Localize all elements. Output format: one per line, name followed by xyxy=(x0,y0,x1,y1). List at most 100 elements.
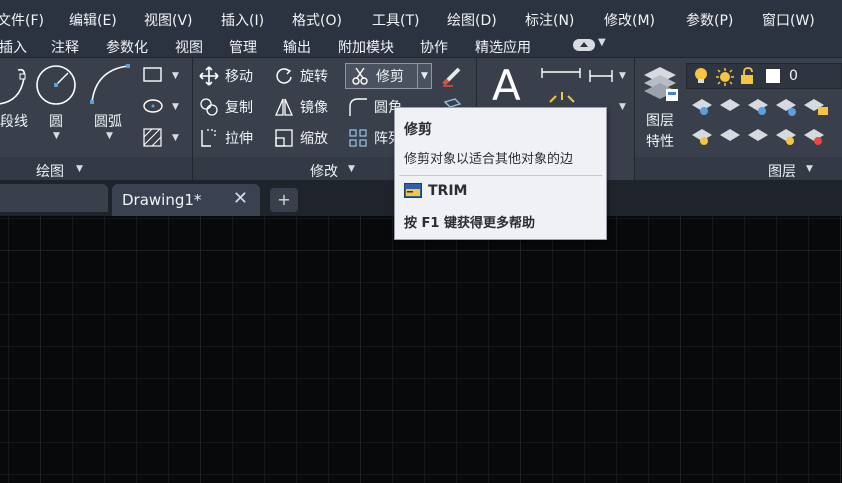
tooltip-command: TRIM xyxy=(428,183,468,199)
trim-label: 修剪 xyxy=(376,69,404,85)
arc-icon[interactable] xyxy=(88,62,132,106)
scale-icon xyxy=(274,128,294,148)
rectangle-dropdown-icon[interactable]: ▼ xyxy=(172,71,179,81)
move-label: 移动 xyxy=(225,69,253,85)
tab-parametric[interactable]: 参数化 xyxy=(106,37,148,57)
trim-tooltip: 修剪 修剪对象以适合其他对象的边 TRIM 按 F1 键获得更多帮助 xyxy=(394,107,607,240)
stretch-button[interactable]: 拉伸 xyxy=(199,125,253,151)
stretch-icon xyxy=(199,128,219,148)
stretch-label: 拉伸 xyxy=(225,131,253,147)
tab-addins[interactable]: 附加模块 xyxy=(338,37,394,57)
copy-label: 复制 xyxy=(225,100,253,116)
drawing-tab[interactable]: Drawing1* ✕ xyxy=(112,184,260,216)
tab-manage[interactable]: 管理 xyxy=(229,37,257,57)
rectangle-icon[interactable] xyxy=(143,67,163,83)
layers-panel-expand-icon[interactable]: ▼ xyxy=(806,164,813,174)
ellipse-dropdown-icon[interactable]: ▼ xyxy=(172,102,179,112)
trim-button-content[interactable]: 修剪 xyxy=(350,63,404,89)
mirror-label: 镜像 xyxy=(300,100,328,116)
menu-modify[interactable]: 修改(M) xyxy=(604,10,655,30)
polyline-label[interactable]: 段线 xyxy=(0,111,28,131)
command-line-icon xyxy=(404,183,422,198)
tab-view[interactable]: 视图 xyxy=(175,37,203,57)
draw-panel-footer[interactable]: 绘图 ▼ xyxy=(0,157,192,180)
menu-dimension[interactable]: 标注(N) xyxy=(525,10,574,30)
drawing-tab-label: Drawing1* xyxy=(122,191,202,209)
drawing-canvas[interactable] xyxy=(0,216,842,483)
text-icon[interactable]: A xyxy=(489,64,529,106)
tooltip-divider xyxy=(399,175,602,176)
move-button[interactable]: 移动 xyxy=(199,63,253,89)
tab-annotate[interactable]: 注释 xyxy=(51,37,79,57)
svg-text:A: A xyxy=(492,64,521,106)
menu-file[interactable]: 文件(F) xyxy=(0,10,44,30)
circle-label[interactable]: 圆 xyxy=(49,111,63,131)
tab-insert[interactable]: 插入 xyxy=(0,37,27,57)
ribbon-minimize-icon[interactable] xyxy=(573,39,595,51)
scale-label: 缩放 xyxy=(300,131,328,147)
ribbon-options-caret-icon[interactable]: ▼ xyxy=(598,37,606,48)
rotate-icon xyxy=(274,66,294,86)
layer-properties-icon[interactable] xyxy=(640,63,682,107)
scale-button[interactable]: 缩放 xyxy=(274,125,328,151)
rotate-label: 旋转 xyxy=(300,69,328,85)
dimension-icon[interactable] xyxy=(540,66,584,106)
close-icon[interactable]: ✕ xyxy=(233,188,248,209)
scissors-icon xyxy=(350,66,370,86)
sun-icon xyxy=(716,68,734,86)
leader-dropdown-icon[interactable]: ▼ xyxy=(619,102,626,112)
tooltip-description: 修剪对象以适合其他对象的边 xyxy=(404,152,574,167)
fillet-icon xyxy=(348,97,368,117)
mirror-button[interactable]: 镜像 xyxy=(274,94,328,120)
tab-featured-apps[interactable]: 精选应用 xyxy=(475,37,531,57)
linear-dim-icon[interactable] xyxy=(588,66,616,86)
circle-dropdown-icon[interactable]: ▼ xyxy=(53,131,60,141)
tooltip-title: 修剪 xyxy=(404,122,432,138)
copy-button[interactable]: 复制 xyxy=(199,94,253,120)
tooltip-help: 按 F1 键获得更多帮助 xyxy=(404,216,535,231)
unlock-icon xyxy=(741,67,753,84)
erase-icon[interactable] xyxy=(441,65,463,87)
arc-dropdown-icon[interactable]: ▼ xyxy=(106,131,113,141)
layers-panel-footer[interactable]: 图层 ▼ xyxy=(635,157,842,180)
menu-window[interactable]: 窗口(W) xyxy=(762,10,815,30)
tab-output[interactable]: 输出 xyxy=(283,37,311,57)
layers-panel-title: 图层 xyxy=(768,164,796,180)
menu-draw[interactable]: 绘图(D) xyxy=(447,10,497,30)
layer-dropdown[interactable]: 0 xyxy=(686,63,842,89)
array-icon xyxy=(348,128,368,148)
menu-view[interactable]: 视图(V) xyxy=(144,10,193,30)
menu-tools[interactable]: 工具(T) xyxy=(372,10,419,30)
arc-label[interactable]: 圆弧 xyxy=(94,111,122,131)
new-tab-button[interactable]: + xyxy=(270,188,298,212)
tab-collaborate[interactable]: 协作 xyxy=(420,37,448,57)
circle-icon[interactable] xyxy=(35,64,77,106)
layer-tools-icon-grid[interactable] xyxy=(690,95,842,153)
menu-format[interactable]: 格式(O) xyxy=(292,10,342,30)
modify-panel-title: 修改 xyxy=(310,164,338,180)
ribbon-tab-bar: 插入 注释 参数化 视图 管理 输出 附加模块 协作 精选应用 ▼ xyxy=(0,31,842,58)
ellipse-icon[interactable] xyxy=(142,97,164,115)
current-layer-name: 0 xyxy=(789,68,798,84)
layer-properties-label-1[interactable]: 图层 xyxy=(646,110,674,130)
mirror-icon xyxy=(274,97,294,117)
move-icon xyxy=(199,66,219,86)
copy-icon xyxy=(199,97,219,117)
menu-bar: 文件(F) 编辑(E) 视图(V) 插入(I) 格式(O) 工具(T) 绘图(D… xyxy=(0,0,842,31)
layer-properties-label-2[interactable]: 特性 xyxy=(646,131,674,151)
hatch-icon[interactable] xyxy=(143,128,163,148)
rotate-button[interactable]: 旋转 xyxy=(274,63,328,89)
menu-edit[interactable]: 编辑(E) xyxy=(69,10,117,30)
hatch-dropdown-icon[interactable]: ▼ xyxy=(172,133,179,143)
polyline-icon[interactable] xyxy=(0,64,30,110)
menu-insert[interactable]: 插入(I) xyxy=(221,10,264,30)
trim-dropdown-icon[interactable]: ▼ xyxy=(417,64,431,88)
start-tab[interactable] xyxy=(0,184,108,212)
linear-dim-dropdown-icon[interactable]: ▼ xyxy=(619,71,626,81)
lightbulb-icon xyxy=(695,68,707,83)
draw-panel-expand-icon[interactable]: ▼ xyxy=(76,164,83,174)
draw-panel-title: 绘图 xyxy=(36,164,64,180)
layer-color-swatch xyxy=(765,68,781,84)
modify-panel-expand-icon[interactable]: ▼ xyxy=(348,164,355,174)
menu-parametric[interactable]: 参数(P) xyxy=(686,10,733,30)
